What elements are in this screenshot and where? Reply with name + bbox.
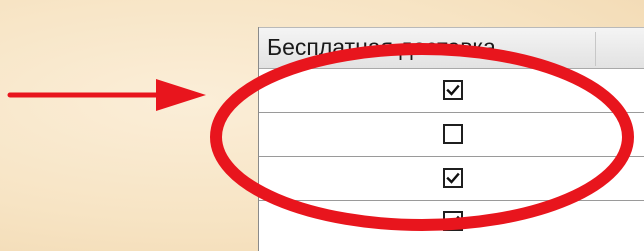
column-header[interactable]: Бесплатная доставка (259, 27, 644, 69)
checkmark-icon (446, 172, 460, 184)
arrow-icon (7, 79, 206, 111)
checkmark-icon (446, 215, 460, 227)
column-divider (595, 32, 596, 66)
table-row (259, 113, 644, 157)
table-row (259, 157, 644, 201)
free-delivery-checkbox[interactable] (443, 168, 463, 188)
checkmark-icon (446, 84, 460, 96)
free-delivery-checkbox[interactable] (443, 80, 463, 100)
free-delivery-checkbox[interactable] (443, 124, 463, 144)
column-header-label: Бесплатная доставка (267, 34, 496, 60)
free-delivery-column: Бесплатная доставка (258, 27, 644, 251)
table-row (259, 69, 644, 113)
table-row (259, 201, 644, 251)
free-delivery-checkbox[interactable] (443, 211, 463, 231)
